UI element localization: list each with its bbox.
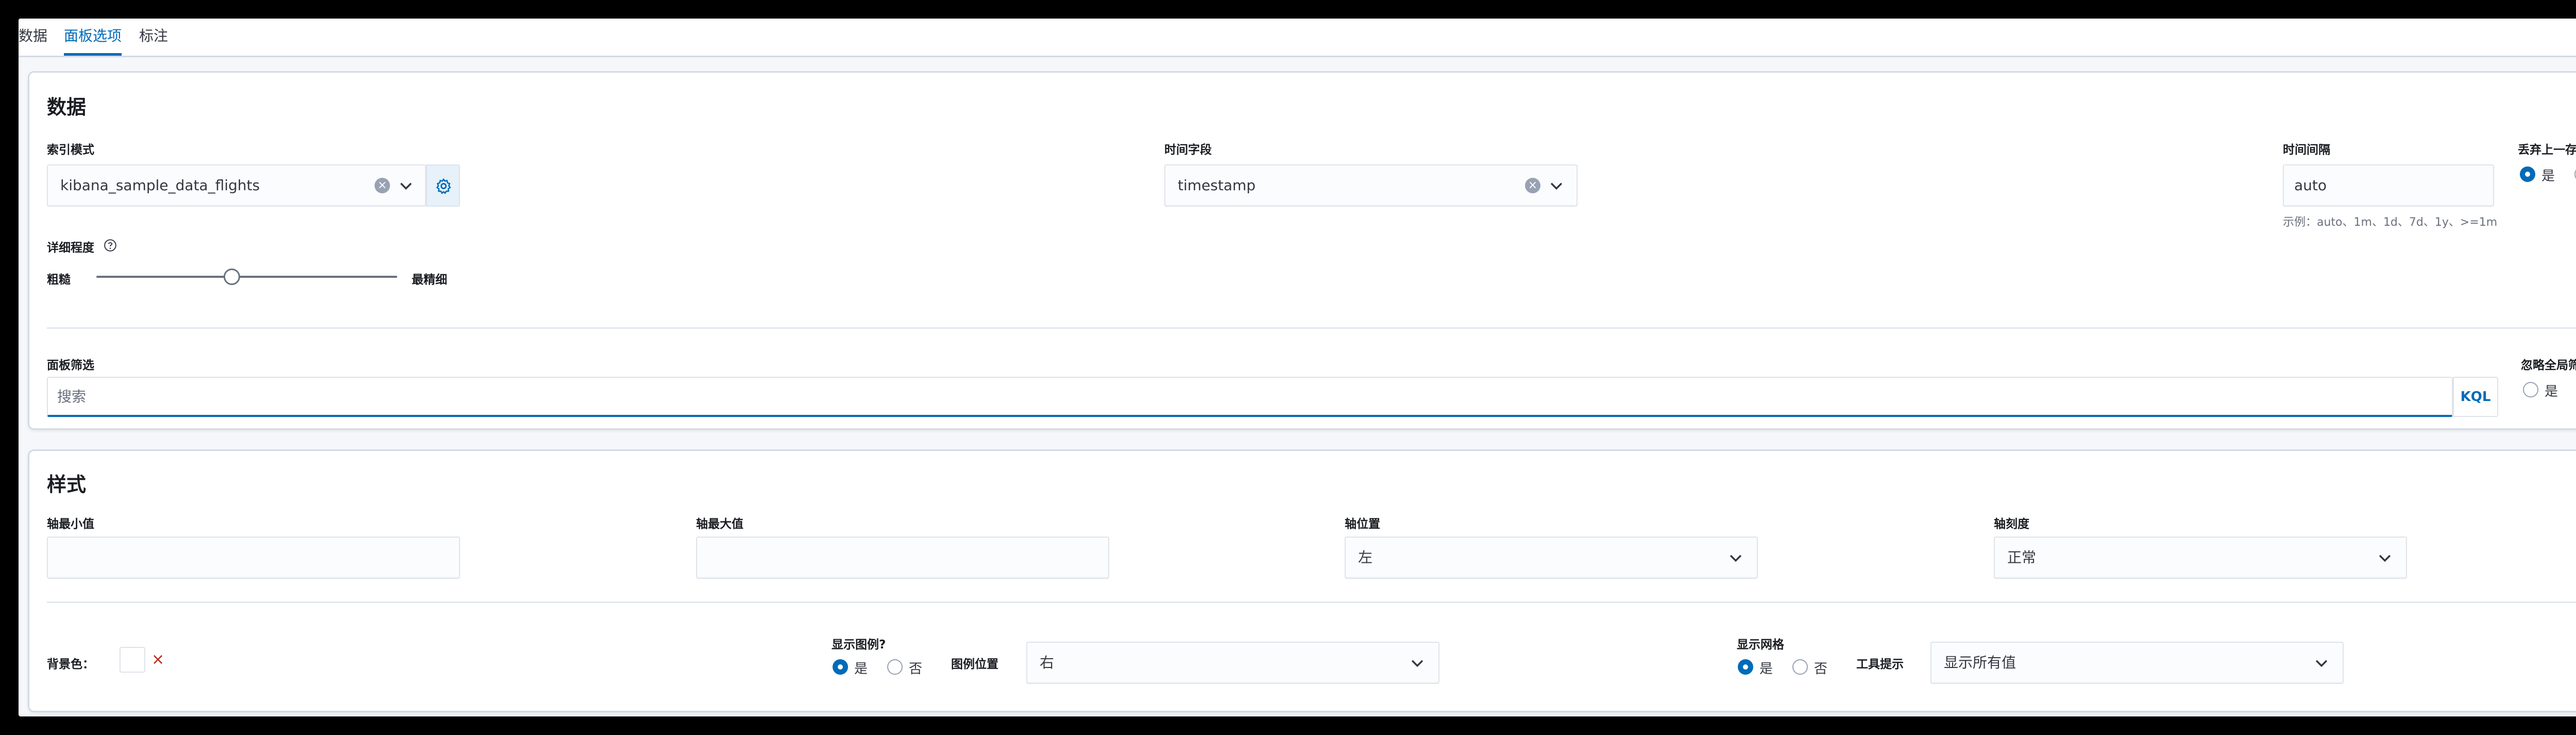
show-legend-yes-radio[interactable]	[833, 659, 848, 675]
index-pattern-combobox[interactable]: kibana_sample_data_flights ×	[47, 164, 426, 207]
index-pattern-settings-button[interactable]	[426, 164, 460, 207]
panel-filter-input[interactable]: 搜索	[47, 377, 2453, 417]
interval-input[interactable]: auto	[2283, 164, 2494, 207]
interval-label: 时间间隔	[2283, 143, 2330, 157]
show-grid-no-label: 否	[1814, 661, 1828, 677]
data-panel-title: 数据	[47, 96, 87, 119]
ignore-global-yes-label: 是	[2545, 384, 2558, 399]
question-icon[interactable]	[104, 239, 117, 252]
time-field-value: timestamp	[1178, 177, 1256, 194]
drop-last-bucket-yes-label: 是	[2541, 169, 2555, 184]
style-panel: 样式 轴最小值 轴最大值 轴位置 左 轴刻度 正常 背景色： × 显示图例? 是…	[28, 449, 2576, 712]
tab-data[interactable]: 数据	[19, 19, 47, 56]
data-panel: 数据 索引模式 kibana_sample_data_flights × 时间字…	[28, 71, 2576, 430]
tooltip-value: 显示所有值	[1944, 654, 2016, 671]
chevron-down-icon	[1730, 555, 1742, 562]
index-pattern-value: kibana_sample_data_flights	[60, 177, 260, 194]
time-field-combobox[interactable]: timestamp ×	[1164, 164, 1578, 207]
tooltip-label: 工具提示	[1856, 658, 1904, 671]
interval-help-text: 示例：auto、1m、1d、7d、1y、>=1m	[2283, 216, 2498, 229]
background-color-swatch[interactable]	[120, 647, 145, 673]
show-grid-label: 显示网格	[1737, 638, 1784, 652]
axis-scale-label: 轴刻度	[1994, 517, 2029, 531]
axis-scale-select[interactable]: 正常	[1994, 537, 2407, 579]
show-legend-yes-label: 是	[854, 661, 868, 677]
clear-color-icon[interactable]: ×	[151, 651, 164, 669]
panel-filter-placeholder: 搜索	[57, 388, 87, 405]
app-window: 数据 面板选项 标注 数据 索引模式 kibana_sample_data_fl…	[19, 19, 2576, 716]
clear-icon[interactable]: ×	[1525, 178, 1540, 193]
show-legend-no-radio[interactable]	[887, 659, 903, 675]
detail-max-label: 最精细	[412, 273, 447, 287]
detail-slider-thumb[interactable]	[223, 269, 240, 285]
index-pattern-label: 索引模式	[47, 143, 94, 157]
show-grid-yes-radio[interactable]	[1738, 659, 1753, 675]
detail-min-label: 粗糙	[47, 273, 71, 287]
axis-position-value: 左	[1358, 549, 1373, 566]
ignore-global-filter-label: 忽略全局筛选?	[2521, 359, 2576, 372]
chevron-down-icon	[2379, 555, 2391, 562]
show-legend-no-label: 否	[909, 661, 923, 677]
gear-icon	[436, 178, 451, 194]
detail-slider-track[interactable]	[96, 276, 397, 278]
background-color-label: 背景色：	[47, 658, 94, 671]
interval-value: auto	[2294, 177, 2327, 194]
clear-icon[interactable]: ×	[375, 178, 390, 193]
tab-annotations[interactable]: 标注	[139, 19, 168, 56]
legend-position-label: 图例位置	[951, 658, 998, 671]
axis-min-input[interactable]	[47, 537, 460, 579]
divider	[47, 602, 2576, 603]
axis-position-label: 轴位置	[1345, 517, 1380, 531]
tooltip-select[interactable]: 显示所有值	[1930, 642, 2344, 684]
axis-max-input[interactable]	[696, 537, 1109, 579]
ignore-global-yes-radio[interactable]	[2523, 382, 2538, 397]
drop-last-bucket-label: 丢弃上一存储桶?	[2518, 143, 2576, 157]
legend-position-value: 右	[1040, 654, 1055, 671]
show-grid-no-radio[interactable]	[1792, 659, 1808, 675]
panel-filter-label: 面板筛选	[47, 359, 94, 372]
drop-last-bucket-yes-radio[interactable]	[2520, 166, 2535, 182]
tab-panel-options[interactable]: 面板选项	[64, 19, 122, 56]
show-legend-label: 显示图例?	[832, 638, 886, 652]
detail-label: 详细程度	[47, 241, 94, 255]
show-grid-yes-label: 是	[1759, 661, 1773, 677]
legend-position-select[interactable]: 右	[1026, 642, 1439, 684]
chevron-down-icon	[1411, 660, 1423, 667]
time-field-label: 时间字段	[1164, 143, 1212, 157]
style-panel-title: 样式	[47, 473, 87, 496]
chevron-down-icon[interactable]	[1548, 177, 1565, 194]
axis-scale-value: 正常	[2007, 549, 2037, 566]
kql-toggle-button[interactable]: KQL	[2453, 377, 2498, 417]
divider	[47, 327, 2576, 329]
chevron-down-icon	[2315, 660, 2328, 667]
tab-bar: 数据 面板选项 标注	[19, 19, 2576, 57]
axis-max-label: 轴最大值	[696, 517, 743, 531]
chevron-down-icon[interactable]	[397, 177, 415, 194]
axis-position-select[interactable]: 左	[1345, 537, 1758, 579]
axis-min-label: 轴最小值	[47, 517, 94, 531]
